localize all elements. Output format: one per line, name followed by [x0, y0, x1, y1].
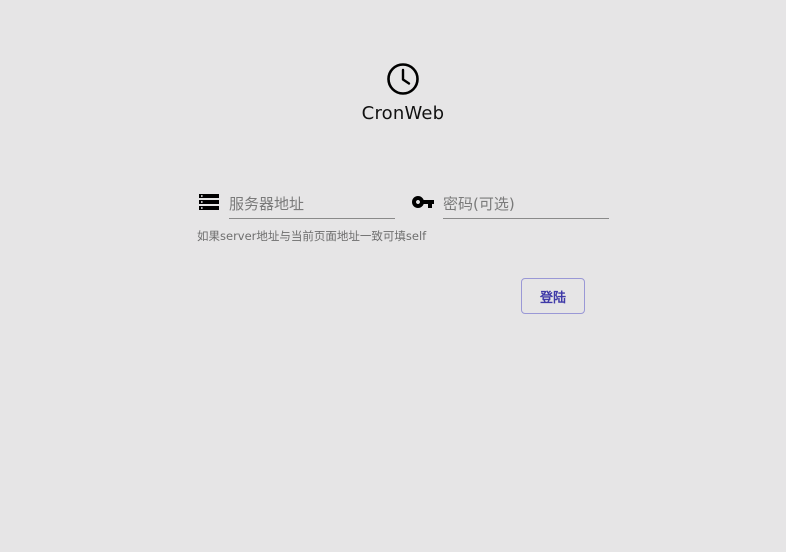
server-hint-text: 如果server地址与当前页面地址一致可填self — [197, 229, 427, 243]
key-icon — [412, 196, 434, 208]
password-input[interactable] — [443, 190, 609, 219]
clock-icon — [387, 63, 419, 95]
app-title: CronWeb — [361, 103, 445, 124]
server-icon — [199, 194, 219, 210]
login-button[interactable]: 登陆 — [521, 278, 585, 314]
server-address-input[interactable] — [229, 190, 395, 219]
login-page: CronWeb 如果server地址与当前页面地址一致可填self 登陆 — [0, 0, 786, 552]
